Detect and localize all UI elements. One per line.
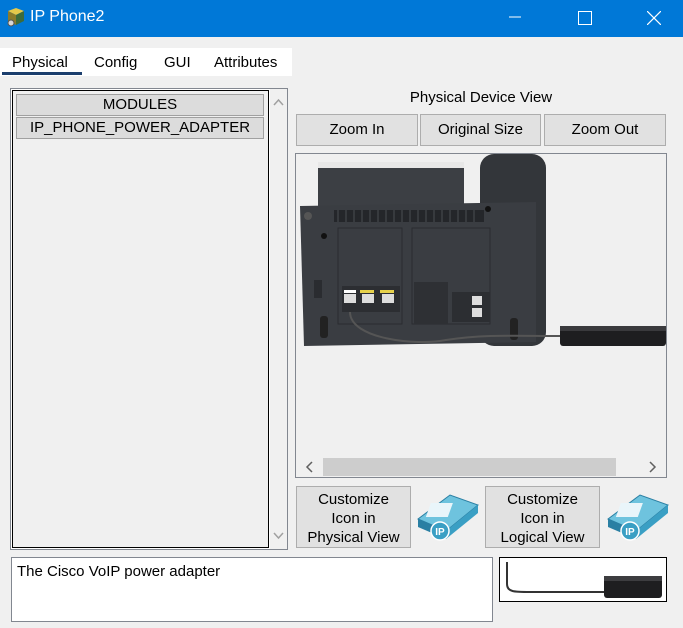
active-tab-indicator: [2, 72, 82, 75]
device-view-canvas[interactable]: [295, 153, 667, 478]
customize-physical-line-2: Icon in: [331, 510, 376, 527]
scroll-right-icon[interactable]: [645, 460, 659, 474]
minimize-icon: [509, 16, 521, 18]
scroll-down-icon[interactable]: [270, 525, 287, 545]
original-size-button[interactable]: Original Size: [420, 114, 541, 146]
modules-panel: MODULES IP_PHONE_POWER_ADAPTER: [10, 88, 288, 550]
ip-phone-logical-icon: IP: [604, 489, 672, 550]
maximize-button[interactable]: [561, 0, 607, 33]
minimize-button[interactable]: [492, 0, 538, 33]
tab-config[interactable]: Config: [94, 54, 137, 71]
close-icon: [647, 11, 661, 25]
customize-physical-line-3: Physical View: [307, 529, 400, 546]
module-item[interactable]: IP_PHONE_POWER_ADAPTER: [16, 117, 264, 139]
customize-physical-line-1: Customize: [318, 491, 389, 508]
modules-list: MODULES IP_PHONE_POWER_ADAPTER: [12, 90, 269, 548]
ip-phone-back-image: [300, 154, 666, 346]
maximize-icon: [578, 11, 592, 25]
customize-logical-line-1: Customize: [507, 491, 578, 508]
close-button[interactable]: [630, 0, 676, 33]
device-view-horizontal-scrollbar[interactable]: [296, 456, 666, 477]
zoom-out-button[interactable]: Zoom Out: [544, 114, 666, 146]
power-adapter-image: [506, 562, 662, 598]
horizontal-scroll-thumb[interactable]: [323, 458, 616, 476]
physical-device-view-title: Physical Device View: [409, 89, 553, 106]
module-description: The Cisco VoIP power adapter: [11, 557, 493, 622]
title-bar: IP Phone2: [0, 0, 683, 37]
modules-header: MODULES: [16, 94, 264, 116]
ip-icon-label: IP: [435, 527, 445, 538]
app-icon: [6, 7, 26, 27]
scroll-left-icon[interactable]: [303, 460, 317, 474]
customize-logical-line-2: Icon in: [520, 510, 565, 527]
modules-scrollbar[interactable]: [270, 89, 287, 549]
zoom-in-button[interactable]: Zoom In: [296, 114, 418, 146]
tab-attributes[interactable]: Attributes: [214, 54, 277, 71]
ip-phone-physical-icon: IP: [414, 489, 482, 550]
tab-physical[interactable]: Physical: [12, 54, 68, 71]
window-title: IP Phone2: [30, 8, 105, 25]
scroll-up-icon[interactable]: [270, 93, 287, 113]
tab-gui[interactable]: GUI: [164, 54, 191, 71]
customize-physical-icon-button[interactable]: Customize Icon in Physical View: [296, 486, 411, 548]
module-preview-image: [499, 557, 667, 602]
customize-logical-line-3: Logical View: [500, 529, 585, 546]
ip-icon-label: IP: [625, 527, 635, 538]
customize-logical-icon-button[interactable]: Customize Icon in Logical View: [485, 486, 600, 548]
